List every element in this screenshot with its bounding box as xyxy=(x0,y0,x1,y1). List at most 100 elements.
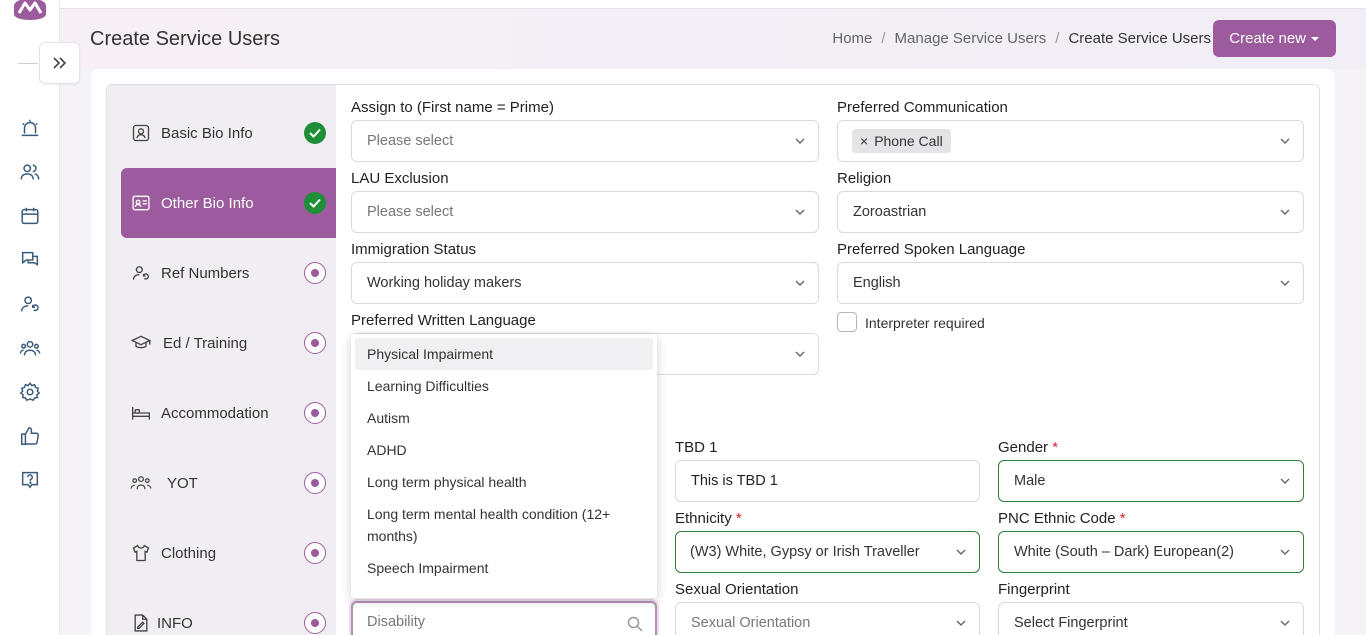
help-icon[interactable] xyxy=(18,468,42,492)
check-circle-icon xyxy=(304,192,326,214)
breadcrumb-separator: / xyxy=(881,30,886,47)
disability-search-input[interactable]: Disability xyxy=(351,601,657,635)
expand-sidebar-button[interactable] xyxy=(39,42,80,84)
dropdown-option[interactable]: Speech Impairment xyxy=(355,552,653,584)
step-ref-numbers[interactable]: Ref Numbers xyxy=(121,238,336,308)
chip-remove-icon[interactable]: × xyxy=(860,133,868,149)
disability-dropdown-menu: Physical Impairment Learning Difficultie… xyxy=(351,334,657,598)
chip-label: Phone Call xyxy=(874,133,943,149)
pnc-ethnic-code-label: PNC Ethnic Code * xyxy=(998,510,1126,527)
religion-select[interactable]: Zoroastrian xyxy=(837,191,1304,233)
fingerprint-value: Select Fingerprint xyxy=(1014,615,1128,631)
group-icon xyxy=(130,472,152,494)
lau-exclusion-select[interactable]: Please select xyxy=(351,191,819,233)
rail-divider xyxy=(18,63,38,64)
immigration-status-select[interactable]: Working holiday makers xyxy=(351,262,819,304)
step-label: Other Bio Info xyxy=(161,194,254,212)
chevron-down-icon xyxy=(795,138,805,144)
thumbs-up-icon[interactable] xyxy=(18,424,42,448)
id-card-icon xyxy=(130,192,152,214)
team-icon[interactable] xyxy=(18,336,42,360)
chevron-down-icon xyxy=(1280,549,1290,555)
caret-down-icon xyxy=(1311,36,1319,41)
double-chevron-right-icon xyxy=(52,57,66,69)
user-refresh-icon[interactable] xyxy=(18,292,42,316)
preferred-spoken-language-label: Preferred Spoken Language xyxy=(837,241,1026,258)
preferred-written-language-label: Preferred Written Language xyxy=(351,312,536,329)
page-header: Create Service Users Home / Manage Servi… xyxy=(60,9,1366,69)
chevron-down-icon xyxy=(1280,620,1290,626)
required-marker: * xyxy=(735,510,742,527)
tbd1-label: TBD 1 xyxy=(675,439,718,456)
gender-label: Gender * xyxy=(998,439,1058,456)
pnc-ethnic-code-label-text: PNC Ethnic Code xyxy=(998,510,1116,527)
brand-logo[interactable] xyxy=(10,0,50,24)
breadcrumb-current: Create Service Users xyxy=(1068,30,1211,47)
pnc-ethnic-code-select[interactable]: White (South – Dark) European(2) xyxy=(998,531,1304,573)
assign-to-label: Assign to (First name = Prime) xyxy=(351,99,554,116)
gender-label-text: Gender xyxy=(998,439,1049,456)
pnc-ethnic-code-value: White (South – Dark) European(2) xyxy=(1014,544,1235,560)
step-clothing[interactable]: Clothing xyxy=(121,518,336,588)
chevron-down-icon xyxy=(795,280,805,286)
tbd1-input[interactable]: This is TBD 1 xyxy=(675,460,980,502)
step-yot[interactable]: YOT xyxy=(121,448,336,518)
sexual-orientation-placeholder: Sexual Orientation xyxy=(691,615,811,631)
chat-icon[interactable] xyxy=(18,248,42,272)
religion-label: Religion xyxy=(837,170,892,187)
ethnicity-label: Ethnicity * xyxy=(675,510,742,527)
preferred-communication-select[interactable]: × Phone Call xyxy=(837,120,1304,162)
step-basic-bio-info[interactable]: Basic Bio Info xyxy=(121,98,336,168)
assign-to-value: Please select xyxy=(367,133,454,149)
alarm-icon[interactable] xyxy=(18,116,42,140)
dropdown-option[interactable]: Physical Impairment xyxy=(355,338,653,370)
user-refresh-icon xyxy=(130,262,152,284)
fingerprint-select[interactable]: Select Fingerprint xyxy=(998,602,1304,635)
id-badge-icon xyxy=(130,122,152,144)
calendar-icon[interactable] xyxy=(18,204,42,228)
check-circle-icon xyxy=(304,122,326,144)
required-marker: * xyxy=(1119,510,1126,527)
dropdown-option[interactable]: Learning Difficulties xyxy=(355,370,653,402)
sexual-orientation-select[interactable]: Sexual Orientation xyxy=(675,602,980,635)
step-label: Clothing xyxy=(161,544,217,562)
step-label: INFO xyxy=(157,614,193,632)
gender-value: Male xyxy=(1014,473,1046,489)
gender-select[interactable]: Male xyxy=(998,460,1304,502)
dropdown-option[interactable]: Autism xyxy=(355,402,653,434)
step-other-bio-info[interactable]: Other Bio Info xyxy=(121,168,336,238)
step-label: Accommodation xyxy=(161,404,269,422)
ethnicity-label-text: Ethnicity xyxy=(675,510,732,527)
religion-value: Zoroastrian xyxy=(853,204,927,220)
dropdown-option[interactable]: Long term physical health xyxy=(355,466,653,498)
step-ed-training[interactable]: Ed / Training xyxy=(121,308,336,378)
shirt-icon xyxy=(130,542,152,564)
settings-icon[interactable] xyxy=(18,380,42,404)
phone-call-chip: × Phone Call xyxy=(852,129,951,153)
step-label: Basic Bio Info xyxy=(161,124,253,142)
step-info[interactable]: INFO xyxy=(121,588,336,635)
assign-to-select[interactable]: Please select xyxy=(351,120,819,162)
ethnicity-select[interactable]: (W3) White, Gypsy or Irish Traveller xyxy=(675,531,980,573)
chevron-down-icon xyxy=(1280,280,1290,286)
lau-exclusion-value: Please select xyxy=(367,204,454,220)
chevron-down-icon xyxy=(956,549,966,555)
document-icon xyxy=(130,612,152,634)
chevron-down-icon xyxy=(1280,209,1290,215)
users-icon[interactable] xyxy=(18,160,42,184)
dropdown-option[interactable]: ADHD xyxy=(355,434,653,466)
preferred-spoken-language-select[interactable]: English xyxy=(837,262,1304,304)
pending-dot-icon xyxy=(304,262,326,284)
breadcrumb-manage-service-users[interactable]: Manage Service Users xyxy=(895,30,1047,47)
breadcrumb: Home / Manage Service Users / Create Ser… xyxy=(832,30,1211,47)
preferred-communication-label: Preferred Communication xyxy=(837,99,1008,116)
dropdown-option[interactable]: Long term mental health condition (12+ m… xyxy=(355,498,653,552)
interpreter-required-checkbox[interactable] xyxy=(837,312,857,332)
chevron-down-icon xyxy=(795,209,805,215)
left-rail xyxy=(0,0,60,635)
chevron-down-icon xyxy=(795,351,805,357)
step-accommodation[interactable]: Accommodation xyxy=(121,378,336,448)
top-bar xyxy=(60,0,1366,9)
create-new-button[interactable]: Create new xyxy=(1213,20,1336,57)
breadcrumb-home[interactable]: Home xyxy=(832,30,872,47)
